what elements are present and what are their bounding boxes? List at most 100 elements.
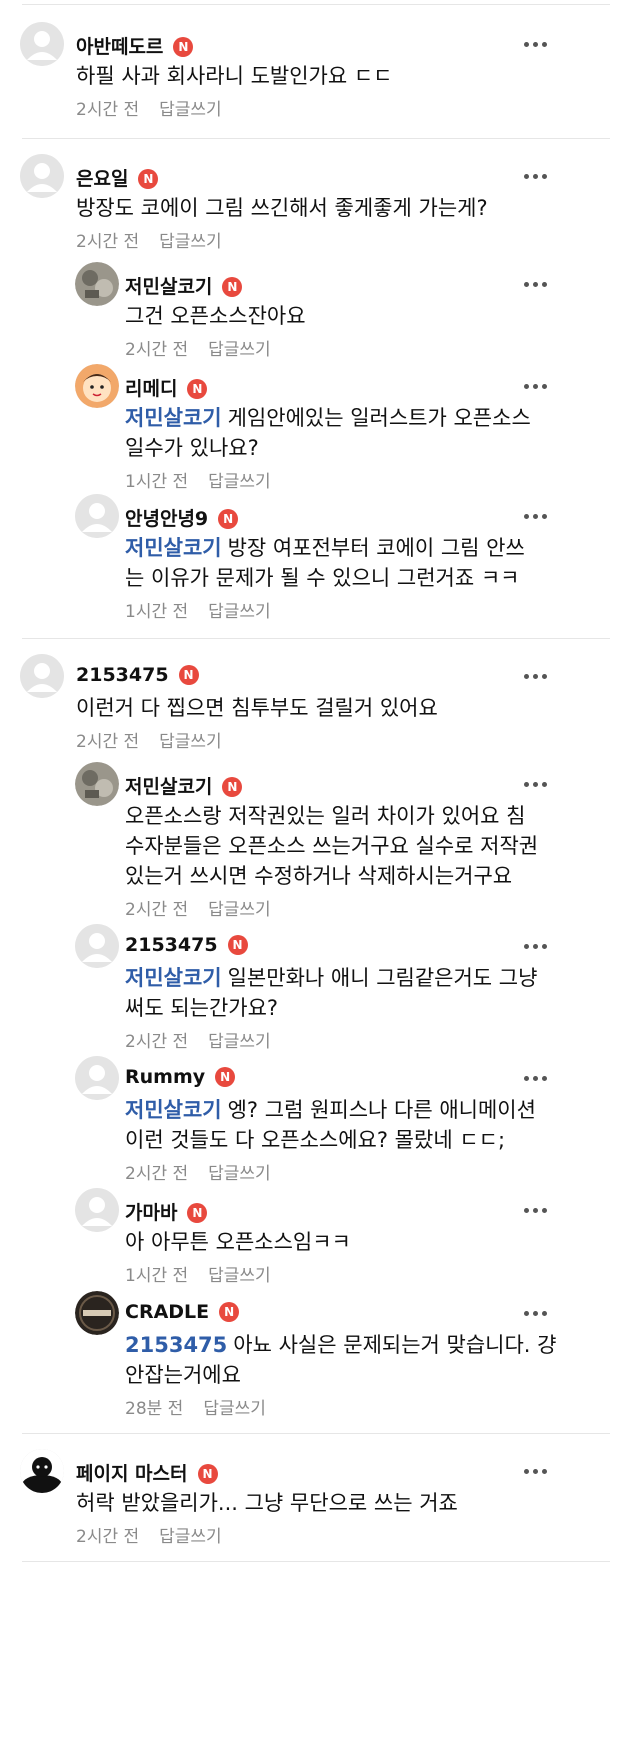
reply-button[interactable]: 답글쓰기 [208, 1164, 271, 1184]
avatar[interactable] [75, 1291, 119, 1335]
author-nickname[interactable]: 안녕안녕9 N [125, 504, 239, 531]
more-options-icon[interactable] [524, 672, 550, 680]
avatar[interactable] [75, 924, 119, 968]
reply-button[interactable]: 답글쓰기 [203, 1399, 266, 1419]
timestamp: 1시간 전 [125, 602, 189, 622]
author-nickname[interactable]: 아반떼도르 N [76, 32, 194, 59]
reply-button[interactable]: 답글쓰기 [208, 900, 271, 920]
comment-text-line: 는 이유가 문제가 될 수 있으니 그런거죠 ㅋㅋ [125, 566, 520, 590]
timestamp: 28분 전 [125, 1399, 184, 1419]
naver-badge-icon: N [173, 37, 194, 57]
author-nickname[interactable]: 리메디 N [125, 374, 208, 401]
comment-text-line: 허락 받았을리가... 그냥 무단으로 쓰는 거죠 [76, 1491, 458, 1515]
more-options-icon[interactable] [524, 512, 550, 520]
comment-meta: 1시간 전 답글쓰기 [125, 467, 271, 492]
author-name[interactable]: 리메디 [125, 378, 177, 400]
comment-text: 저민살코기 게임안에있는 일러스트가 오픈소스 [125, 403, 531, 433]
mention-link[interactable]: 저민살코기 [125, 406, 222, 430]
timestamp: 2시간 전 [76, 1527, 140, 1547]
reply-button[interactable]: 답글쓰기 [208, 1266, 271, 1286]
avatar[interactable] [75, 1056, 119, 1100]
author-name[interactable]: 2153475 [125, 934, 218, 956]
avatar[interactable] [75, 364, 119, 408]
mention-link[interactable]: 저민살코기 [125, 966, 222, 990]
mention-link[interactable]: 저민살코기 [125, 1098, 222, 1122]
author-name[interactable]: 페이지 마스터 [76, 1463, 188, 1485]
naver-badge-icon: N [187, 379, 208, 399]
avatar[interactable] [20, 1449, 64, 1493]
naver-badge-icon: N [219, 1302, 240, 1322]
avatar[interactable] [75, 262, 119, 306]
comment-meta: 2시간 전 답글쓰기 [76, 727, 222, 752]
comment-text: 있는거 쓰시면 수정하거나 삭제하시는거구요 [125, 861, 512, 891]
naver-badge-icon: N [138, 169, 159, 189]
author-nickname[interactable]: 저민살코기 N [125, 272, 243, 299]
timestamp: 1시간 전 [125, 472, 189, 492]
author-nickname[interactable]: 저민살코기 N [125, 772, 243, 799]
comment-text: 저민살코기 일본만화나 애니 그림같은거도 그냥 [125, 963, 537, 993]
comment-text: 2153475 아뇨 사실은 문제되는거 맞습니다. 걍 [125, 1330, 556, 1360]
naver-badge-icon: N [178, 665, 199, 685]
author-nickname[interactable]: 2153475 N [76, 664, 199, 686]
reply-button[interactable]: 답글쓰기 [208, 340, 271, 360]
comment-text-line: 이런거 다 찝으면 침투부도 걸릴거 있어요 [76, 696, 438, 720]
more-options-icon[interactable] [524, 1467, 550, 1475]
comment-text: 그건 오픈소스잔아요 [125, 301, 306, 331]
reply-button[interactable]: 답글쓰기 [159, 100, 222, 120]
timestamp: 2시간 전 [76, 732, 140, 752]
reply-button[interactable]: 답글쓰기 [208, 1032, 271, 1052]
author-name[interactable]: 저민살코기 [125, 276, 212, 298]
reply-button[interactable]: 답글쓰기 [159, 1527, 222, 1547]
author-nickname[interactable]: Rummy N [125, 1066, 236, 1088]
avatar[interactable] [75, 494, 119, 538]
comment-text-line: 수자분들은 오픈소스 쓰는거구요 실수로 저작권 [125, 834, 539, 858]
naver-badge-icon: N [187, 1203, 208, 1223]
mention-link[interactable]: 2153475 [125, 1333, 227, 1357]
comment-text: 저민살코기 엥? 그럼 원피스나 다른 애니메이션 [125, 1095, 536, 1125]
more-options-icon[interactable] [524, 942, 550, 950]
mention-link[interactable]: 저민살코기 [125, 536, 222, 560]
author-name[interactable]: 안녕안녕9 [125, 508, 208, 530]
avatar[interactable] [75, 762, 119, 806]
author-nickname[interactable]: 은요일 N [76, 164, 159, 191]
author-nickname[interactable]: 가마바 N [125, 1198, 208, 1225]
avatar[interactable] [75, 1188, 119, 1232]
author-nickname[interactable]: CRADLE N [125, 1301, 240, 1323]
more-options-icon[interactable] [524, 172, 550, 180]
author-nickname[interactable]: 2153475 N [125, 934, 248, 956]
more-options-icon[interactable] [524, 280, 550, 288]
more-options-icon[interactable] [524, 1206, 550, 1214]
avatar[interactable] [20, 154, 64, 198]
author-name[interactable]: 가마바 [125, 1202, 177, 1224]
more-options-icon[interactable] [524, 780, 550, 788]
comment-divider [22, 4, 610, 5]
author-name[interactable]: 2153475 [76, 664, 169, 686]
reply-button[interactable]: 답글쓰기 [208, 602, 271, 622]
author-name[interactable]: CRADLE [125, 1301, 209, 1323]
avatar[interactable] [20, 22, 64, 66]
reply-button[interactable]: 답글쓰기 [208, 472, 271, 492]
avatar[interactable] [20, 654, 64, 698]
more-options-icon[interactable] [524, 1074, 550, 1082]
more-options-icon[interactable] [524, 40, 550, 48]
comment-text-line: 일수가 있나요? [125, 436, 259, 460]
timestamp: 2시간 전 [125, 340, 189, 360]
comment-text-line: 하필 사과 회사라니 도발인가요 ㄷㄷ [76, 64, 393, 88]
comment-divider [22, 638, 610, 639]
reply-button[interactable]: 답글쓰기 [159, 232, 222, 252]
comment-text-line: 엥? 그럼 원피스나 다른 애니메이션 [227, 1098, 536, 1122]
comment-text-line: 안잡는거에요 [125, 1363, 241, 1387]
comment-meta: 1시간 전 답글쓰기 [125, 1261, 271, 1286]
more-options-icon[interactable] [524, 382, 550, 390]
author-nickname[interactable]: 페이지 마스터 N [76, 1459, 218, 1486]
more-options-icon[interactable] [524, 1309, 550, 1317]
reply-button[interactable]: 답글쓰기 [159, 732, 222, 752]
author-name[interactable]: Rummy [125, 1066, 205, 1088]
comment-text: 아 아무튼 오픈소스임ㅋㅋ [125, 1227, 351, 1257]
author-name[interactable]: 아반떼도르 [76, 36, 163, 58]
comment-meta: 2시간 전 답글쓰기 [125, 335, 271, 360]
author-name[interactable]: 저민살코기 [125, 776, 212, 798]
comment-text-line: 게임안에있는 일러스트가 오픈소스 [227, 406, 531, 430]
author-name[interactable]: 은요일 [76, 168, 128, 190]
comment-text-line: 오픈소스랑 저작권있는 일러 차이가 있어요 침 [125, 804, 526, 828]
